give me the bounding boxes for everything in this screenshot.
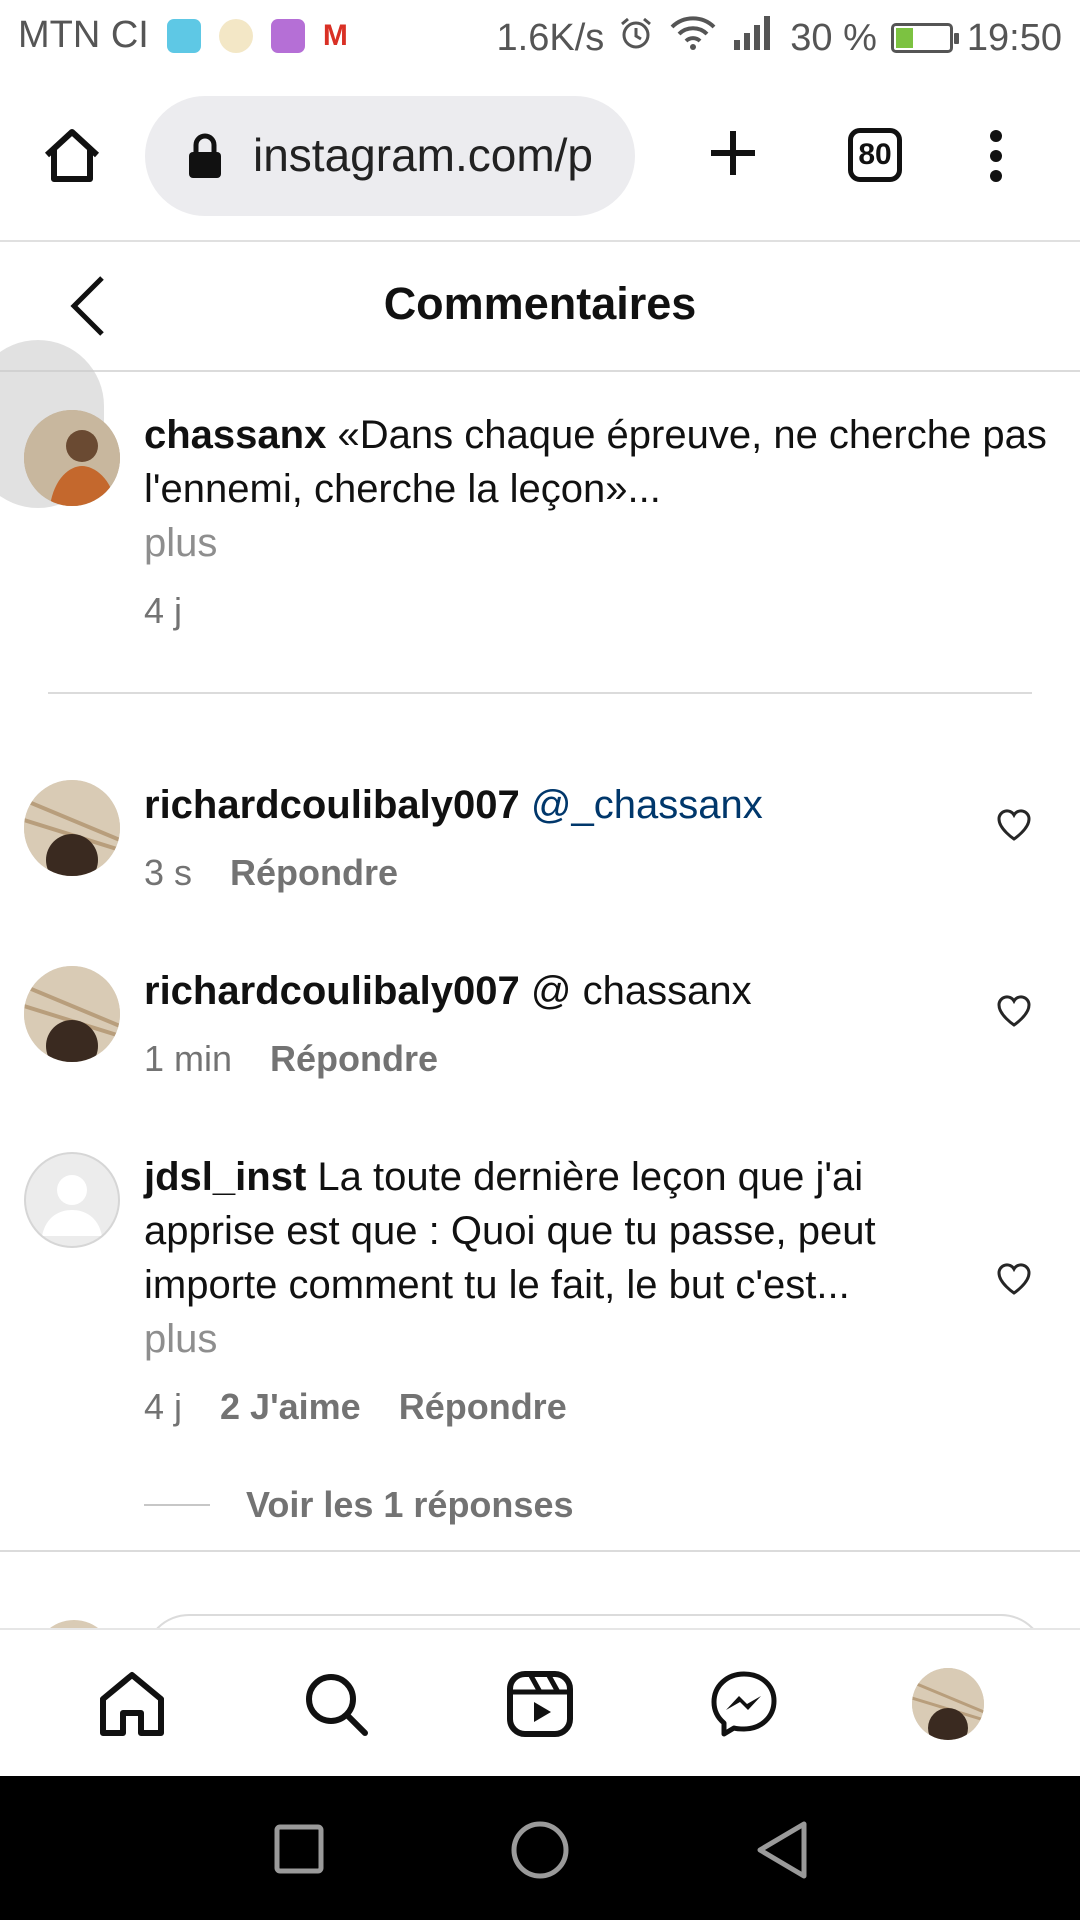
tab-switcher-button[interactable]: 80 (848, 128, 902, 182)
battery-percent: 30 % (790, 16, 877, 59)
comment-mention[interactable]: @_chassanx (531, 783, 763, 827)
reply-button[interactable]: Répondre (270, 1038, 438, 1080)
comments-bottom-divider (0, 1550, 1080, 1552)
comment-more-link[interactable]: plus (144, 1317, 217, 1361)
system-home-button[interactable] (508, 1818, 572, 1882)
like-button[interactable] (996, 1262, 1032, 1301)
nav-profile-button[interactable] (912, 1668, 984, 1740)
reels-icon (507, 1671, 573, 1737)
gallery-app-icon (270, 18, 305, 53)
more-vertical-icon (990, 130, 1002, 182)
view-replies-label: Voir les 1 réponses (246, 1484, 574, 1525)
home-icon (44, 129, 100, 182)
nav-home-button[interactable] (96, 1668, 168, 1740)
comment-time: 4 j (144, 1386, 183, 1427)
caption-avatar[interactable] (24, 410, 120, 506)
recents-button[interactable] (270, 1820, 328, 1878)
badge-app-icon (218, 18, 253, 53)
caption-divider (48, 692, 1032, 694)
messenger-icon (711, 1671, 777, 1737)
caption-text: chassanx «Dans chaque épreuve, ne cherch… (144, 408, 1064, 570)
search-icon (306, 1674, 368, 1736)
signal-icon (732, 14, 776, 62)
page-title: Commentaires (383, 278, 697, 329)
wifi-icon (668, 15, 718, 61)
circle-icon (511, 1821, 569, 1879)
url-text: instagram.com/p (253, 129, 594, 181)
alarm-icon (618, 15, 654, 61)
comment-text: richardcoulibaly007 @_chassanx (144, 778, 763, 832)
comment-text: jdsl_inst La toute dernière leçon que j'… (144, 1150, 924, 1366)
reply-button[interactable]: Répondre (399, 1386, 567, 1428)
nav-search-button[interactable] (300, 1668, 372, 1740)
triangle-back-icon (757, 1821, 807, 1879)
like-button[interactable] (996, 994, 1032, 1033)
comment-meta: 3 s Répondre (144, 852, 398, 894)
like-button[interactable] (996, 808, 1032, 847)
plus-icon (711, 131, 755, 175)
bottom-navigation (0, 1628, 1080, 1778)
heart-icon (997, 1263, 1031, 1295)
system-back-button[interactable] (752, 1818, 812, 1882)
browser-menu-button[interactable] (980, 120, 1012, 192)
nav-messenger-button[interactable] (708, 1668, 780, 1740)
comment-time: 3 s (144, 852, 193, 893)
comments-header: Commentaires (0, 242, 1080, 372)
comment-meta: 4 j 2 J'aime Répondre (144, 1386, 567, 1428)
battery-icon (890, 23, 959, 53)
nav-reels-button[interactable] (504, 1668, 576, 1740)
caption-time: 4 j (144, 590, 183, 631)
home-button[interactable] (36, 120, 108, 192)
default-avatar-icon (42, 1175, 102, 1236)
comment-avatar[interactable] (24, 966, 120, 1062)
browser-toolbar: instagram.com/p 80 (0, 76, 1080, 242)
comment-username[interactable]: richardcoulibaly007 (144, 969, 520, 1013)
comment-avatar[interactable] (24, 780, 120, 876)
android-app-icon (166, 18, 201, 53)
comment-time: 1 min (144, 1038, 233, 1079)
square-icon (274, 1824, 324, 1874)
likes-count-button[interactable]: 2 J'aime (220, 1386, 361, 1428)
caption-meta: 4 j (144, 590, 182, 632)
comment-username[interactable]: jdsl_inst (144, 1155, 306, 1199)
caption-username[interactable]: chassanx (144, 413, 326, 457)
profile-avatar-icon (912, 1668, 984, 1740)
network-speed: 1.6K/s (496, 16, 605, 59)
comment-username[interactable]: richardcoulibaly007 (144, 783, 520, 827)
home-icon (100, 1672, 164, 1736)
comment-input-row[interactable] (0, 1610, 1080, 1630)
replies-line (144, 1504, 210, 1506)
comment-body: @ chassanx (530, 969, 752, 1013)
clock: 19:50 (966, 16, 1062, 59)
address-bar[interactable]: instagram.com/p (145, 96, 635, 216)
comment-avatar[interactable] (24, 1152, 120, 1248)
lock-icon (185, 132, 225, 185)
gmail-icon: M (322, 18, 348, 52)
comment-meta: 1 min Répondre (144, 1038, 438, 1080)
new-tab-button[interactable] (700, 120, 766, 186)
heart-icon (997, 809, 1031, 841)
comment-text: richardcoulibaly007 @ chassanx (144, 964, 752, 1018)
reply-button[interactable]: Répondre (230, 852, 398, 894)
status-bar: MTN CI M 1.6K/s 30 % 19:50 (0, 0, 1080, 76)
caption-more-link[interactable]: plus (144, 521, 217, 565)
heart-icon (997, 995, 1031, 1027)
system-navigation-bar (0, 1776, 1080, 1920)
carrier-label: MTN CI (18, 14, 149, 56)
view-replies-button[interactable]: Voir les 1 réponses (144, 1484, 573, 1526)
